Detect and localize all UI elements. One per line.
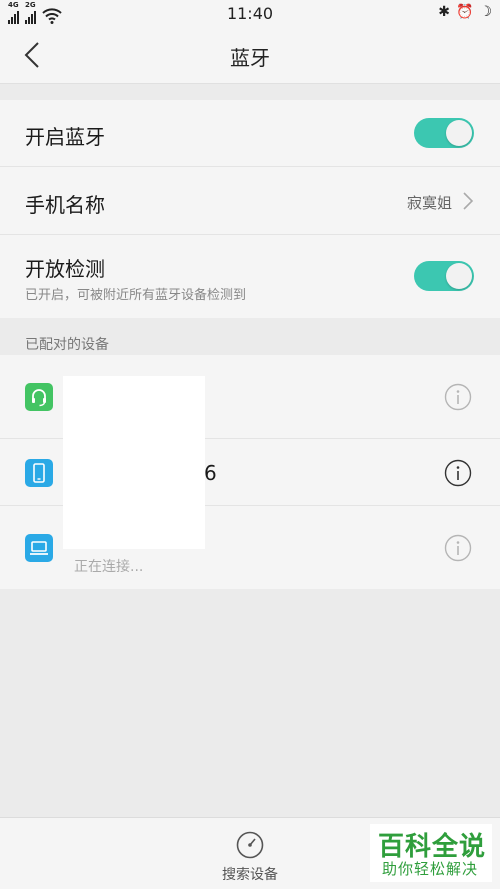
do-not-disturb-icon: ☽: [479, 4, 492, 20]
paired-devices-header: 已配对的设备: [25, 337, 109, 353]
switch-knob: [446, 263, 472, 289]
visibility-label: 开放检测: [25, 257, 105, 281]
nav-bar: 蓝牙: [0, 26, 500, 84]
visibility-toggle-row: 开放检测 已开启，可被附近所有蓝牙设备检测到: [0, 235, 500, 318]
status-bar: 4G 2G 11:40 ✱ ⏰ ☽: [0, 0, 500, 26]
device-info-button[interactable]: [444, 383, 472, 411]
search-devices-button[interactable]: 搜索设备: [210, 828, 290, 886]
chevron-right-icon: [463, 192, 474, 210]
search-devices-label: 搜索设备: [222, 867, 278, 883]
device-name: 6: [204, 461, 217, 485]
alarm-icon: ⏰: [456, 4, 474, 20]
device-status: 正在连接...: [74, 559, 144, 575]
device-info-button[interactable]: [444, 459, 472, 487]
status-icons: ✱ ⏰ ☽: [438, 3, 492, 21]
phone-name-value: 寂寞姐: [406, 194, 452, 212]
bluetooth-toggle-row: 开启蓝牙: [0, 100, 500, 167]
bluetooth-label: 开启蓝牙: [25, 125, 105, 149]
watermark-slogan: 助你轻松解决: [382, 860, 479, 878]
device-info-button[interactable]: [444, 534, 472, 562]
page-title: 蓝牙: [230, 46, 270, 70]
bluetooth-switch[interactable]: [414, 118, 474, 148]
switch-knob: [446, 120, 472, 146]
watermark-logo: 百科全说 助你轻松解决: [370, 824, 492, 882]
phone-icon: [25, 459, 53, 487]
status-time: 11:40: [226, 4, 274, 23]
radar-search-icon: [236, 831, 264, 859]
visibility-sublabel: 已开启，可被附近所有蓝牙设备检测到: [25, 288, 247, 303]
laptop-icon: [25, 534, 53, 562]
phone-name-row[interactable]: 手机名称 寂寞姐: [0, 167, 500, 235]
phone-name-label: 手机名称: [25, 193, 105, 217]
redaction-overlay: [63, 376, 205, 549]
visibility-switch[interactable]: [414, 261, 474, 291]
headset-icon: [25, 383, 53, 411]
settings-group: 开启蓝牙 手机名称 寂寞姐 开放检测 已开启，可被附近所有蓝牙设备检测到: [0, 100, 500, 318]
bluetooth-icon: ✱: [438, 4, 450, 20]
